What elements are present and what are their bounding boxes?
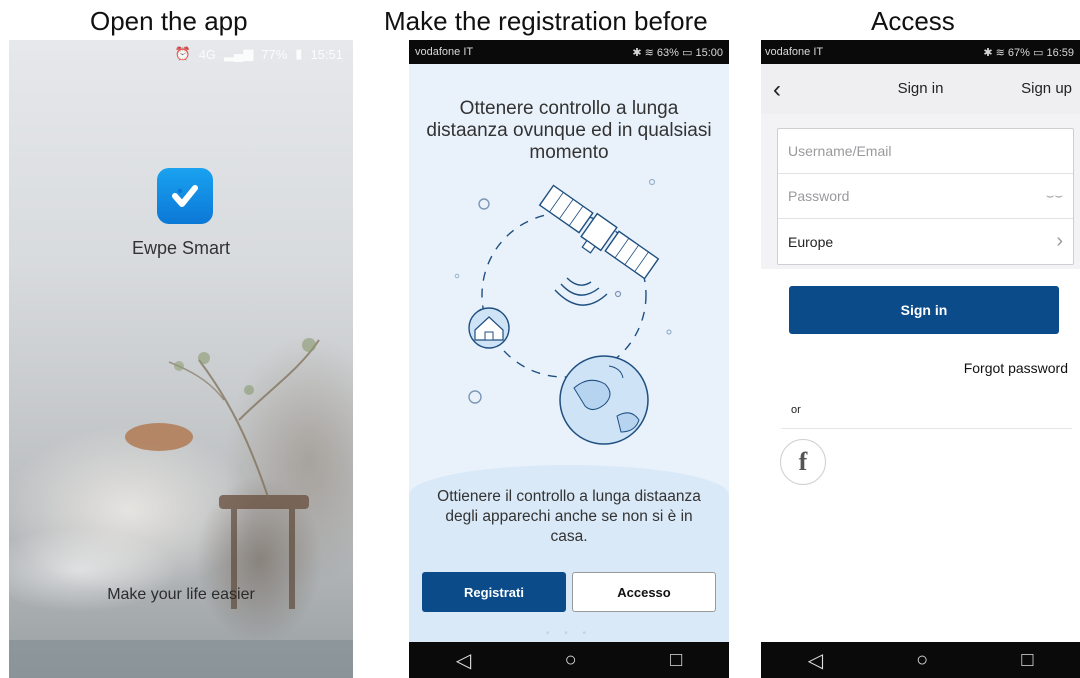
android-nav-bar: ◁ ○ □: [761, 642, 1080, 678]
bluetooth-icon: ✱: [983, 46, 993, 59]
battery-icon: ▭: [682, 46, 693, 59]
access-button[interactable]: Accesso: [572, 572, 716, 612]
forgot-password-link[interactable]: Forgot password: [964, 360, 1068, 376]
eye-closed-icon[interactable]: ⌣⌣: [1046, 188, 1063, 204]
tagline: Make your life easier: [107, 586, 255, 603]
sign-up-link[interactable]: Sign up: [1021, 80, 1072, 97]
signal-icon: ▂▄▆: [224, 46, 254, 61]
ewpe-smart-app-icon: [157, 168, 213, 224]
headline: Ottenere controllo a lunga distaanza ovu…: [426, 98, 712, 163]
nav-home-icon[interactable]: ○: [916, 649, 928, 672]
or-label: or: [791, 404, 801, 416]
carrier-label: vodafone IT: [415, 46, 474, 58]
region-selector[interactable]: Europe ›: [778, 219, 1073, 264]
status-icons: ✱ ≋ 63% ▭ 15:00: [632, 46, 723, 59]
signin-form: ⌣⌣ Europe ›: [777, 128, 1074, 265]
caption-access: Access: [871, 6, 955, 36]
nav-recent-icon[interactable]: □: [670, 649, 682, 672]
region-value: Europe: [788, 233, 834, 250]
page-indicator-dots: • • •: [545, 628, 593, 639]
battery-percent: 77%: [261, 46, 288, 62]
satellite-globe-illustration: [454, 178, 672, 445]
clock: 16:59: [1046, 46, 1074, 59]
chevron-right-icon: ›: [1056, 230, 1063, 252]
battery-percent: 67%: [1007, 46, 1030, 59]
wifi-icon: ≋: [644, 46, 654, 59]
signin-screen: vodafone IT ✱ ≋ 67% ▭ 16:59 ‹ Sign in Si…: [761, 40, 1080, 678]
signin-header: ‹ Sign in Sign up: [761, 64, 1080, 114]
app-name: Ewpe Smart: [131, 238, 231, 258]
nav-back-icon[interactable]: ◁: [456, 648, 471, 673]
bluetooth-icon: ✱: [632, 46, 642, 59]
facebook-login-icon[interactable]: f: [780, 439, 826, 485]
wifi-icon: ≋: [995, 46, 1005, 59]
background-plant-illustration: [9, 338, 353, 678]
status-bar: vodafone IT ✱ ≋ 63% ▭ 15:00: [409, 40, 729, 64]
check-plug-icon: [172, 185, 198, 207]
network-indicator: 4G: [198, 46, 217, 62]
username-row: [778, 129, 1073, 174]
battery-icon: ▮: [295, 46, 303, 61]
android-nav-bar: ◁ ○ □: [409, 642, 729, 678]
caption-registration: Make the registration before: [384, 6, 708, 36]
clock: 15:51: [310, 46, 343, 62]
clock: 15:00: [695, 46, 723, 59]
nav-recent-icon[interactable]: □: [1021, 649, 1033, 672]
battery-icon: ▭: [1033, 46, 1044, 59]
carrier-label: vodafone IT: [765, 46, 824, 58]
alarm-icon: ⏰: [174, 46, 191, 61]
status-icons: ✱ ≋ 67% ▭ 16:59: [983, 46, 1074, 59]
password-row: ⌣⌣: [778, 174, 1073, 219]
divider: [781, 428, 1072, 429]
battery-percent: 63%: [656, 46, 679, 59]
register-button[interactable]: Registrati: [422, 572, 566, 612]
registration-screen: vodafone IT ✱ ≋ 63% ▭ 15:00 Ottenere con…: [409, 40, 729, 678]
status-bar: vodafone IT ✱ ≋ 67% ▭ 16:59: [761, 40, 1080, 64]
description-text: Ottienere il controllo a lunga distaanza…: [437, 488, 701, 545]
status-bar: ⏰ 4G ▂▄▆ 77% ▮ 15:51: [9, 40, 353, 68]
nav-back-icon[interactable]: ◁: [808, 648, 823, 673]
sign-in-button[interactable]: Sign in: [789, 286, 1059, 334]
nav-home-icon[interactable]: ○: [565, 649, 577, 672]
password-input[interactable]: [788, 188, 1008, 204]
caption-open-app: Open the app: [90, 6, 248, 36]
splash-screen: ⏰ 4G ▂▄▆ 77% ▮ 15:51 Ewpe Smart Make you…: [9, 40, 353, 678]
username-input[interactable]: [788, 143, 1008, 159]
